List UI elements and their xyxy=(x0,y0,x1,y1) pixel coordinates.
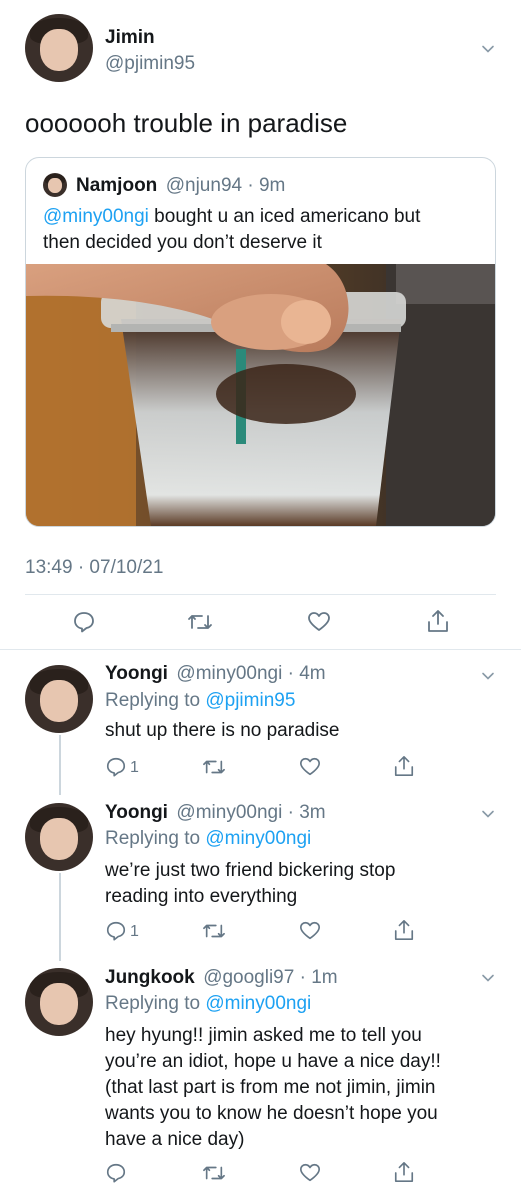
reply-icon[interactable] xyxy=(105,920,127,942)
heart-icon[interactable] xyxy=(299,920,321,942)
quoted-tweet-card[interactable]: Namjoon @njun94 · 9m @miny00ngi bought u… xyxy=(25,157,496,527)
retweet-icon[interactable] xyxy=(202,1162,226,1184)
chevron-down-icon[interactable] xyxy=(481,42,495,56)
divider xyxy=(0,649,521,650)
share-icon[interactable] xyxy=(393,1160,415,1184)
replying-to: Replying to @pjimin95 xyxy=(105,690,296,711)
main-display-name[interactable]: Jimin xyxy=(105,27,155,49)
share-icon[interactable] xyxy=(426,608,450,634)
chevron-down-icon[interactable] xyxy=(481,669,495,683)
reply-count: 1 xyxy=(130,759,139,776)
reply-display-name[interactable]: Jungkook xyxy=(105,967,195,988)
namjoon-avatar xyxy=(43,173,67,197)
quoted-display-name: Namjoon xyxy=(76,175,158,196)
reply-count: 1 xyxy=(130,923,139,940)
quoted-tweet-text: @miny00ngi bought u an iced americano bu… xyxy=(43,206,421,253)
share-icon[interactable] xyxy=(393,918,415,942)
chevron-down-icon[interactable] xyxy=(481,971,495,985)
heart-icon[interactable] xyxy=(307,610,331,634)
replying-to-link[interactable]: @pjimin95 xyxy=(205,690,295,711)
yoongi-avatar[interactable] xyxy=(25,665,93,733)
replying-to: Replying to @miny00ngi xyxy=(105,828,312,849)
reply-text: hey hyung!! jimin asked me to tell you y… xyxy=(105,1025,441,1150)
heart-icon[interactable] xyxy=(299,1162,321,1184)
replying-to-link[interactable]: @miny00ngi xyxy=(205,828,311,849)
jungkook-avatar[interactable] xyxy=(25,968,93,1036)
reply-display-name[interactable]: Yoongi xyxy=(105,663,168,684)
reply-text: shut up there is no paradise xyxy=(105,720,340,741)
reply-icon[interactable] xyxy=(105,756,127,778)
reply-handle-time: @miny00ngi · 3m xyxy=(176,802,326,823)
share-icon[interactable] xyxy=(393,754,415,778)
main-handle[interactable]: @pjimin95 xyxy=(105,53,195,75)
yoongi-avatar[interactable] xyxy=(25,803,93,871)
heart-icon[interactable] xyxy=(299,756,321,778)
reply-display-name[interactable]: Yoongi xyxy=(105,802,168,823)
retweet-icon[interactable] xyxy=(187,610,213,634)
reply-text: we’re just two friend bickering stop rea… xyxy=(105,860,396,907)
reply-handle-time: @googli97 · 1m xyxy=(203,967,338,988)
divider xyxy=(25,594,496,595)
replying-to: Replying to @miny00ngi xyxy=(105,993,312,1014)
reply-icon[interactable] xyxy=(72,610,96,634)
chevron-down-icon[interactable] xyxy=(481,807,495,821)
quoted-handle-time: @njun94 · 9m xyxy=(165,175,286,196)
thread-line xyxy=(59,735,61,795)
quoted-tweet-image[interactable] xyxy=(26,264,495,526)
thread-line xyxy=(59,873,61,961)
replying-to-link[interactable]: @miny00ngi xyxy=(205,993,311,1014)
retweet-icon[interactable] xyxy=(202,920,226,942)
main-tweet-text: ooooooh trouble in paradise xyxy=(25,108,348,138)
reply-handle-time: @miny00ngi · 4m xyxy=(176,663,326,684)
jimin-avatar[interactable] xyxy=(25,14,93,82)
reply-icon[interactable] xyxy=(105,1162,127,1184)
retweet-icon[interactable] xyxy=(202,756,226,778)
quoted-mention[interactable]: @miny00ngi xyxy=(43,206,149,227)
main-timestamp[interactable]: 13:49 · 07/10/21 xyxy=(25,557,163,579)
